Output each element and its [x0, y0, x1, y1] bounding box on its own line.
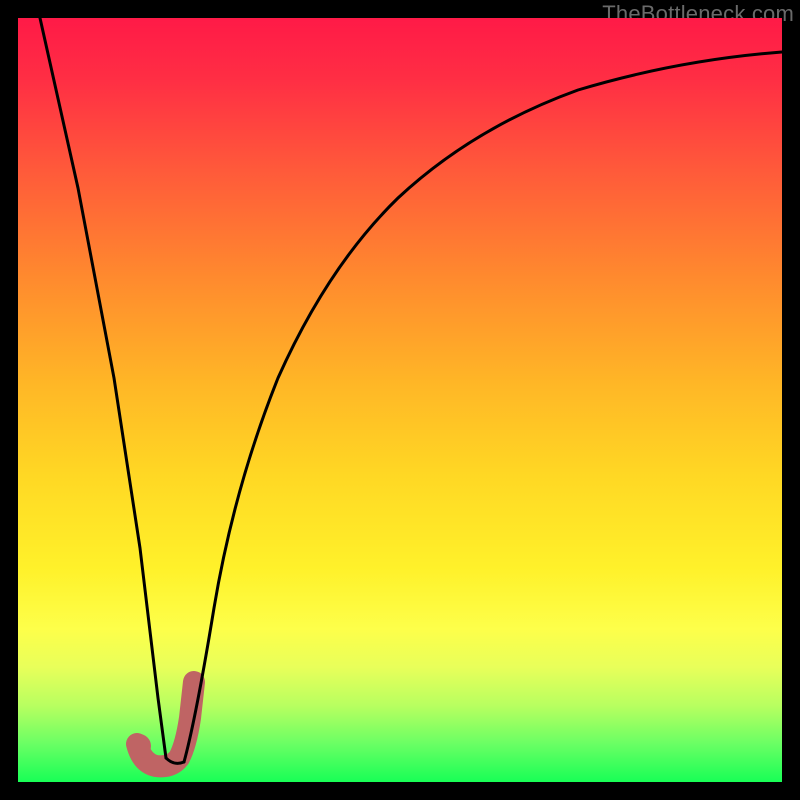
chart-svg — [18, 18, 782, 782]
valley-marker-dot — [127, 734, 151, 758]
plot-area — [18, 18, 782, 782]
chart-frame: TheBottleneck.com — [0, 0, 800, 800]
curve-right-branch — [184, 52, 782, 762]
curve-left-branch — [40, 18, 166, 758]
